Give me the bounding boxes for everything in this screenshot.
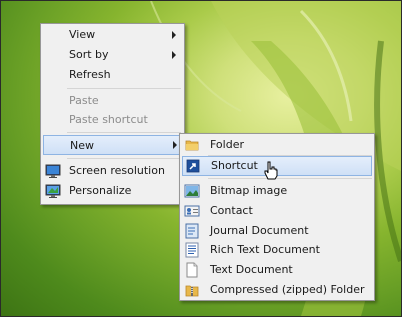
text-document-icon [186,262,198,278]
submenu-item-journal-document[interactable]: Journal Document [180,221,374,241]
menu-item-new[interactable]: New [43,135,182,155]
submenu-item-compressed-folder[interactable]: Compressed (zipped) Folder [180,280,374,300]
submenu-item-contact-label: Contact [210,204,253,217]
submenu-item-text-document[interactable]: Text Document [180,260,374,280]
menu-separator [67,158,181,159]
submenu-item-bitmap-image[interactable]: Bitmap image [180,181,374,201]
hand-cursor-icon [264,161,278,180]
monitor-icon [45,164,61,178]
submenu-item-journal-document-label: Journal Document [210,224,309,237]
menu-item-personalize[interactable]: Personalize [41,181,184,201]
chevron-right-icon [172,51,176,59]
shortcut-icon [186,159,200,173]
bitmap-icon [184,184,200,198]
menu-item-view[interactable]: View [41,25,184,45]
menu-separator [67,88,181,89]
submenu-item-contact[interactable]: Contact [180,201,374,221]
menu-item-sort-by-label: Sort by [69,48,109,61]
submenu-item-rich-text-document[interactable]: Rich Text Document [180,240,374,260]
menu-item-paste[interactable]: Paste [41,91,184,111]
chevron-right-icon [172,31,176,39]
new-submenu: Folder Shortcut Bitmap image Contact Jou… [179,133,375,301]
personalize-icon [45,184,61,198]
folder-icon [185,140,199,151]
menu-item-view-label: View [69,28,96,41]
menu-item-new-label: New [70,139,94,152]
submenu-item-shortcut-label: Shortcut [211,159,258,172]
submenu-item-text-document-label: Text Document [210,263,293,276]
submenu-item-folder[interactable]: Folder [180,135,374,155]
menu-item-refresh-label: Refresh [69,68,111,81]
submenu-item-compressed-folder-label: Compressed (zipped) Folder [210,283,365,296]
menu-item-paste-shortcut[interactable]: Paste shortcut [41,110,184,130]
desktop-background[interactable]: View Sort by Refresh Paste Paste shortcu… [0,0,402,317]
chevron-right-icon [173,141,177,149]
rich-text-icon [185,242,199,258]
desktop-context-menu: View Sort by Refresh Paste Paste shortcu… [40,23,185,205]
menu-item-screen-resolution[interactable]: Screen resolution [41,161,184,181]
submenu-item-folder-label: Folder [210,138,244,151]
menu-item-paste-shortcut-label: Paste shortcut [69,113,148,126]
menu-item-sort-by[interactable]: Sort by [41,45,184,65]
menu-separator [67,132,181,133]
menu-item-personalize-label: Personalize [69,184,132,197]
zip-folder-icon [185,285,199,297]
submenu-item-rich-text-document-label: Rich Text Document [210,243,320,256]
journal-icon [185,223,199,239]
menu-item-paste-label: Paste [69,94,99,107]
menu-separator [208,178,372,179]
submenu-item-bitmap-image-label: Bitmap image [210,184,288,197]
menu-item-screen-resolution-label: Screen resolution [69,164,165,177]
menu-item-refresh[interactable]: Refresh [41,65,184,85]
contact-icon [184,205,200,217]
